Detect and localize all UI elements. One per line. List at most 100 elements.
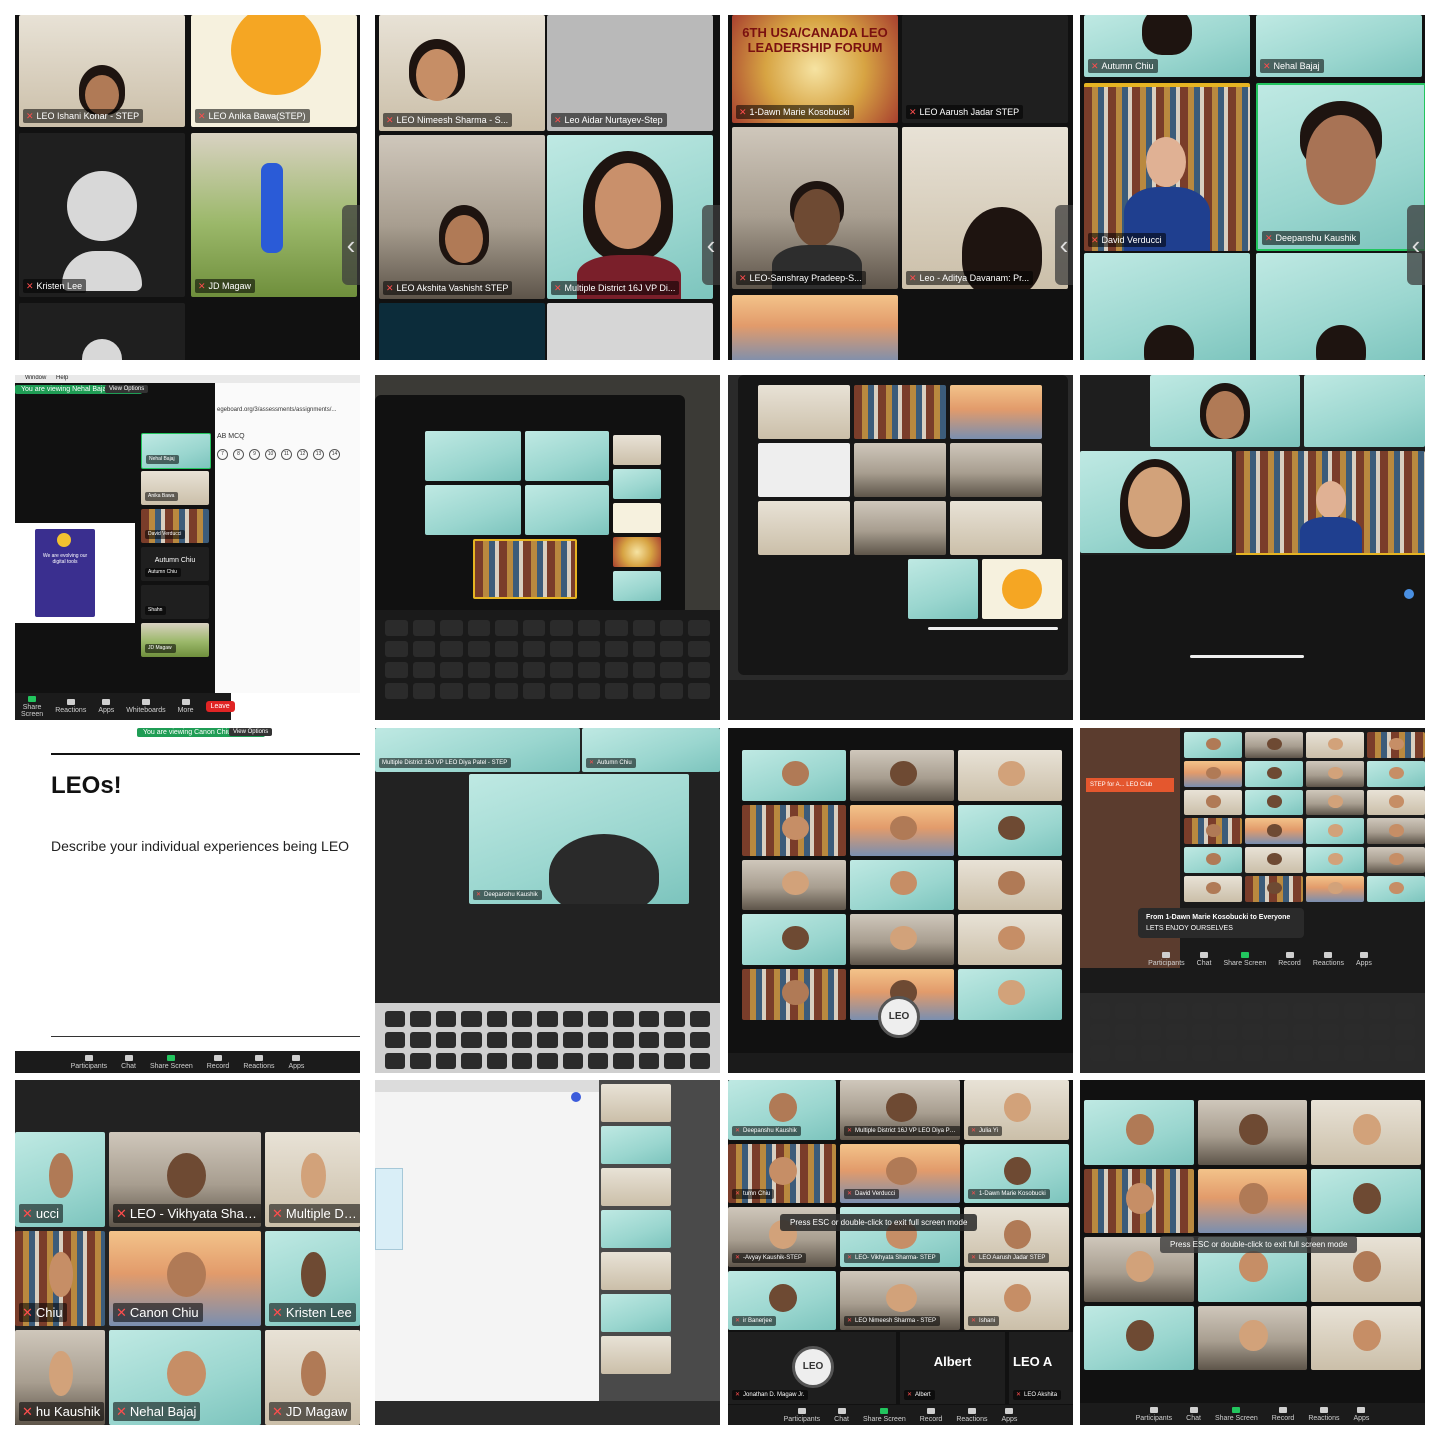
chat-button[interactable]: Chat xyxy=(1186,1406,1201,1422)
video-cell xyxy=(958,914,1062,966)
share-screen-button[interactable]: Share Screen xyxy=(1215,1406,1258,1422)
video-cell: ✕ Kristen Lee xyxy=(19,133,185,297)
video-cell xyxy=(742,750,846,801)
keyboard-key xyxy=(511,1011,533,1027)
answer-choice[interactable]: 10 xyxy=(265,449,276,460)
mic-muted-icon: ✕ xyxy=(1091,235,1099,245)
video-cell: LEO ✕ Jonathan D. Magaw Jr. xyxy=(728,1332,896,1404)
keyboard-key xyxy=(385,641,408,657)
chat-button[interactable]: Chat xyxy=(1197,951,1211,967)
apps-button[interactable]: Apps xyxy=(1356,951,1372,967)
answer-choice[interactable]: 12 xyxy=(297,449,308,460)
athlete xyxy=(261,163,283,253)
keyboard-key xyxy=(511,1053,533,1069)
mic-muted-icon: ✕ xyxy=(735,1191,741,1197)
keyboard-key xyxy=(511,1032,533,1048)
mic-muted-icon: ✕ xyxy=(272,1404,283,1419)
chat-button[interactable]: Chat xyxy=(121,1054,136,1070)
record-button[interactable]: Record xyxy=(1272,1406,1294,1422)
mic-muted-icon: ✕ xyxy=(26,111,34,121)
chevron-left-icon[interactable]: ‹ xyxy=(1055,205,1073,285)
keyboard-key xyxy=(440,641,463,657)
participant-name: ✕ Multiple Distri xyxy=(269,1204,360,1223)
participant-display-name: Albert xyxy=(933,1354,972,1369)
chat-button[interactable]: Chat xyxy=(834,1407,849,1423)
video-cell: Multiple District 16J VP LEO Diya Patel … xyxy=(375,728,580,772)
keyboard-key xyxy=(522,641,545,657)
keyboard-key xyxy=(486,1011,507,1027)
keyboard-key xyxy=(660,620,683,636)
more-button[interactable]: More xyxy=(178,699,194,714)
keyboard-key xyxy=(410,1053,431,1069)
profile-avatar[interactable] xyxy=(571,1092,581,1102)
participants-button[interactable]: Participants xyxy=(71,1054,107,1070)
mic-muted-icon: ✕ xyxy=(386,283,394,293)
keyboard-key xyxy=(605,662,628,678)
video-cell xyxy=(950,443,1042,497)
video-cell xyxy=(613,435,661,465)
reactions-button[interactable]: Reactions xyxy=(243,1054,274,1070)
video-cell xyxy=(982,559,1062,619)
apps-button[interactable]: Apps xyxy=(1001,1407,1017,1423)
mic-muted-icon: ✕ xyxy=(971,1318,977,1324)
answer-choice[interactable]: 11 xyxy=(281,449,292,460)
reactions-button[interactable]: Reactions xyxy=(1313,951,1344,967)
record-button[interactable]: Record xyxy=(920,1407,942,1423)
video-cell xyxy=(1084,1168,1194,1233)
gallery-grid: ✕ Deepanshu Kaushik ✕ Multiple District 16J… xyxy=(728,1080,1073,1330)
leave-button[interactable]: Leave xyxy=(205,701,235,712)
participants-button[interactable]: Participants xyxy=(1136,1406,1172,1422)
participant-name: ✕ David Verducci xyxy=(1088,233,1166,247)
answer-choice[interactable]: 13 xyxy=(313,449,324,460)
add-icon[interactable] xyxy=(1404,589,1414,599)
participants-button[interactable]: Participants xyxy=(1148,951,1185,967)
view-options-button[interactable]: View Options xyxy=(105,385,149,393)
participant-name: ✕ Autumn Chiu xyxy=(1088,59,1158,73)
reactions-button[interactable]: Reactions xyxy=(956,1407,987,1423)
video-cell: ✕ Julia Yi xyxy=(964,1080,1069,1140)
keyboard-key xyxy=(664,1053,685,1069)
apps-button[interactable]: Apps xyxy=(1353,1406,1369,1422)
keyboard-key xyxy=(1166,1045,1187,1061)
share-screen-button[interactable]: Share Screen xyxy=(21,695,43,718)
chat-notification[interactable]: From 1-Dawn Marie Kosobucki to Everyone … xyxy=(1138,908,1304,938)
keyboard-key xyxy=(1343,1045,1365,1061)
video-cell xyxy=(613,503,661,533)
reactions-button[interactable]: Reactions xyxy=(55,699,86,714)
mic-muted-icon: ✕ xyxy=(847,1127,853,1134)
apps-button[interactable]: Apps xyxy=(98,699,114,714)
address-bar[interactable]: egeboard.org/3/assessments/assignments/.… xyxy=(217,407,336,413)
record-button[interactable]: Record xyxy=(207,1054,229,1070)
video-cell xyxy=(1245,818,1303,845)
answer-choice[interactable]: 7 xyxy=(217,449,228,460)
record-button[interactable]: Record xyxy=(1278,951,1301,967)
gallery-grid-tile: LEO xyxy=(728,728,1073,1073)
share-screen-button[interactable]: Share Screen xyxy=(1223,951,1266,967)
chat-message: LETS ENJOY OURSELVES xyxy=(1146,925,1233,932)
chevron-left-icon[interactable]: ‹ xyxy=(342,205,360,285)
whiteboards-button[interactable]: Whiteboards xyxy=(126,699,166,714)
keyboard-key xyxy=(588,1011,609,1027)
share-screen-button[interactable]: Share Screen xyxy=(150,1054,193,1070)
answer-choice[interactable]: 14 xyxy=(329,449,340,460)
chevron-left-icon[interactable]: ‹ xyxy=(702,205,720,285)
chevron-left-icon[interactable]: ‹ xyxy=(1407,205,1425,285)
keyboard-key xyxy=(660,662,683,678)
menu-window[interactable]: Window xyxy=(25,375,46,381)
answer-choice[interactable]: 9 xyxy=(249,449,260,460)
reactions-button[interactable]: Reactions xyxy=(1308,1406,1339,1422)
apps-button[interactable]: Apps xyxy=(288,1054,304,1070)
promo-card: We are evolving our digital tools xyxy=(35,529,95,617)
keyboard-key xyxy=(440,683,463,699)
view-options-button[interactable]: View Options xyxy=(229,728,273,736)
video-cell: ✕ Autumn Chiu xyxy=(1084,15,1250,77)
leo-logo-icon: LEO xyxy=(792,1346,834,1388)
share-screen-button[interactable]: Share Screen xyxy=(863,1407,906,1423)
video-cell xyxy=(850,750,954,801)
video-cell: ✕ 1-Dawn Marie Kosobucki xyxy=(964,1143,1069,1203)
keyboard-key xyxy=(1115,1045,1136,1061)
answer-choice[interactable]: 8 xyxy=(233,449,244,460)
menu-help[interactable]: Help xyxy=(56,375,68,381)
participants-button[interactable]: Participants xyxy=(784,1407,820,1423)
keyboard-key xyxy=(1140,1045,1162,1061)
